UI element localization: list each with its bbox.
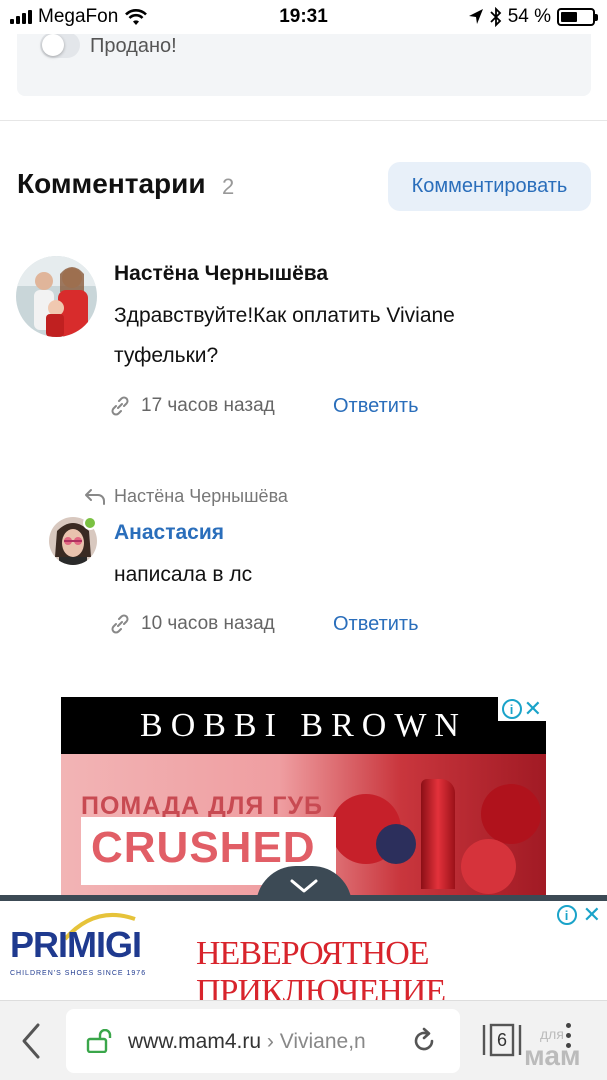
browser-toolbar: www.mam4.ru › Viviane,n 6 [0, 1000, 607, 1080]
comment-time: 10 часов назад [141, 613, 275, 634]
sold-label: Продано! [90, 35, 177, 57]
comments-count: 2 [222, 174, 235, 199]
avatar-photo [16, 256, 97, 337]
battery-icon [557, 8, 598, 26]
status-bar: MegaFon 19:31 54 % [0, 0, 607, 34]
comment-author[interactable]: Настёна Чернышёва [114, 262, 328, 286]
bluetooth-icon [490, 7, 501, 27]
add-comment-button[interactable]: Комментировать [388, 162, 591, 211]
banner-info-icon[interactable]: i [556, 905, 577, 925]
banner-brand-sub: CHILDREN'S SHOES SINCE 1976 [10, 970, 147, 977]
avatar[interactable] [16, 256, 97, 337]
banner-brand: PRIMIGI [10, 924, 142, 965]
comment-text: Здравствуйте!Как оплатить Viviane туфель… [114, 304, 455, 367]
comments-title: Комментарии [17, 168, 206, 199]
tab-count: 6 [496, 1029, 507, 1050]
berry-graphic [481, 784, 541, 844]
reply-button[interactable]: Ответить [333, 613, 419, 636]
comment-meta: 17 часов назад [109, 395, 275, 417]
lipstick-graphic [421, 779, 455, 889]
lock-icon[interactable] [86, 1029, 114, 1053]
comment-text: написала в лс [114, 563, 253, 586]
tabs-button[interactable]: 6 [482, 1023, 522, 1057]
ad-product: CRUSHED [91, 823, 316, 872]
reply-button[interactable]: Ответить [333, 395, 419, 418]
ad-close-icon[interactable]: ✕ [524, 698, 542, 720]
ad-header: BOBBI BROWN [61, 697, 546, 754]
ad-controls: i ✕ [497, 697, 546, 721]
reply-to-indicator: Настёна Чернышёва [84, 486, 288, 507]
ad-info-icon[interactable]: i [501, 699, 522, 719]
bottom-banner-ad[interactable]: PRIMIGI CHILDREN'S SHOES SINCE 1976 НЕВЕ… [0, 895, 607, 1010]
status-right: 54 % [468, 6, 598, 28]
chevron-down-icon [290, 879, 318, 893]
comment-time: 17 часов назад [141, 395, 275, 416]
banner-close-icon[interactable]: ✕ [583, 904, 601, 926]
online-status-dot [83, 516, 97, 530]
comment-meta: 10 часов назад [109, 613, 275, 635]
banner-controls: i ✕ [556, 904, 601, 926]
sold-toggle[interactable] [40, 32, 80, 58]
url-path: › Viviane,n [261, 1030, 366, 1053]
berry-graphic [376, 824, 416, 864]
link-icon[interactable] [109, 395, 131, 417]
berry-graphic [461, 839, 516, 894]
comment-author[interactable]: Анастасия [114, 521, 224, 545]
url-text: www.mam4.ru › Viviane,n [128, 1030, 408, 1054]
link-icon[interactable] [109, 613, 131, 635]
ad-brand: BOBBI BROWN [140, 706, 467, 744]
toggle-knob [42, 34, 64, 56]
reload-icon[interactable] [410, 1027, 438, 1055]
address-bar[interactable]: www.mam4.ru › Viviane,n [66, 1009, 460, 1073]
reply-to-name[interactable]: Настёна Чернышёва [114, 486, 288, 507]
battery-percent: 54 % [507, 6, 551, 27]
back-icon[interactable] [18, 1021, 44, 1061]
reply-arrow-icon [85, 488, 105, 505]
location-arrow-icon [468, 9, 483, 24]
watermark-logo: мам [524, 1040, 581, 1071]
section-divider [0, 120, 607, 121]
battery-fill [561, 12, 578, 22]
url-domain: www.mam4.ru [128, 1030, 262, 1053]
